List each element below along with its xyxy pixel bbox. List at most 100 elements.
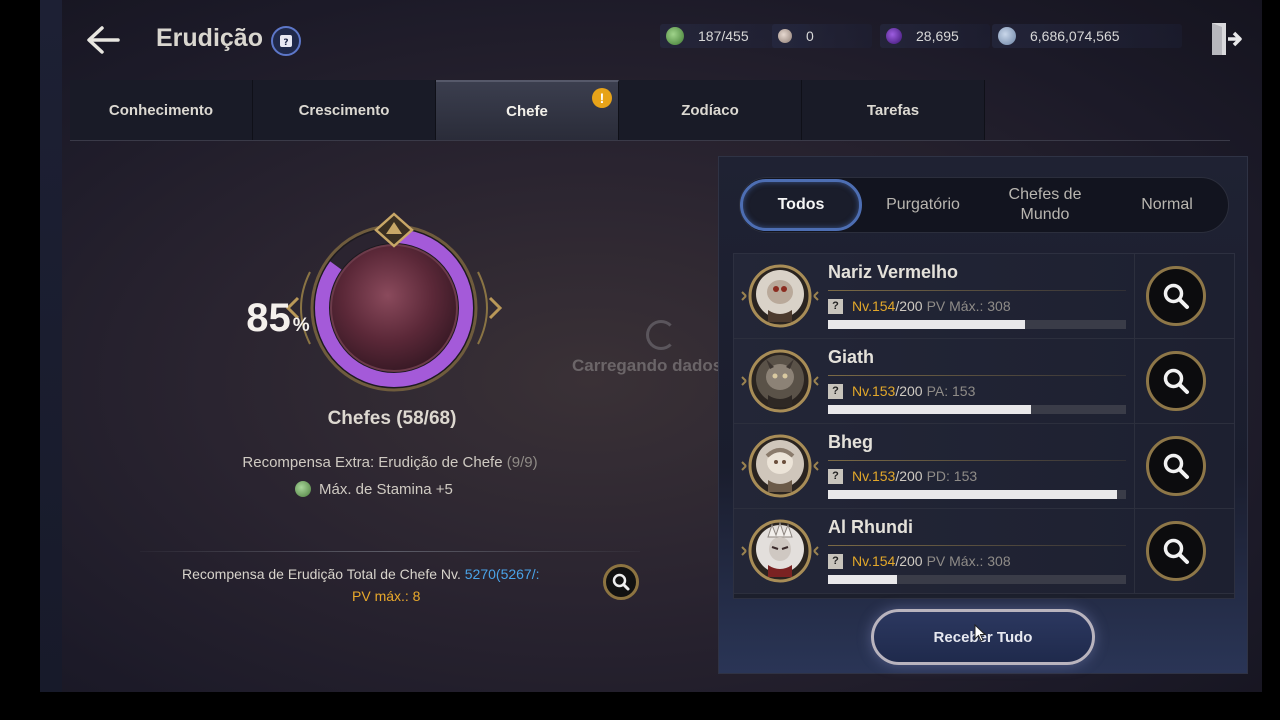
stat-text: Máx. de Stamina +5 [319, 480, 453, 498]
divider [1134, 509, 1135, 594]
tab-bar: Conhecimento Crescimento Chefe ! Zodíaco… [70, 80, 985, 140]
level-prefix: Nv. [852, 553, 872, 569]
filter-todos[interactable]: Todos [740, 179, 862, 231]
question-icon: ? [828, 553, 843, 569]
boss-stat-value: PD: 153 [926, 468, 978, 484]
total-reward-stat: PV máx.: 8 [352, 588, 421, 604]
divider [1134, 339, 1135, 424]
tab-tarefas[interactable]: Tarefas [802, 80, 985, 140]
boss-row[interactable]: Al Rhundi ? Nv. 154 /200 PV Máx.: 308 [734, 509, 1234, 594]
boss-progress-fill [828, 575, 897, 584]
currency-value: 6,686,074,565 [1030, 28, 1120, 44]
boss-name: Giath [828, 347, 875, 367]
level-current: 153 [871, 468, 896, 484]
tab-crescimento[interactable]: Crescimento [253, 80, 436, 140]
divider [828, 545, 1126, 546]
level-current: 154 [871, 298, 896, 314]
filter-label: Normal [1141, 196, 1193, 213]
divider [828, 375, 1126, 376]
filter-label: Todos [777, 196, 825, 213]
tabs-divider [70, 140, 1230, 141]
question-icon: ? [828, 468, 843, 484]
boss-portrait [740, 264, 820, 328]
boss-progress-fill [828, 490, 1118, 499]
svg-text:?: ? [283, 38, 288, 48]
currency-purple-gem: 28,695 [880, 24, 990, 48]
purple-gem-icon [886, 28, 902, 44]
stamina-icon [295, 481, 311, 497]
tab-chefe[interactable]: Chefe ! [436, 80, 619, 140]
level-prefix: Nv. [852, 298, 872, 314]
bosses-count: Chefes (58/68) [327, 408, 457, 429]
tab-label: Crescimento [298, 101, 390, 119]
stamina-icon [666, 27, 684, 45]
question-icon: ? [828, 298, 843, 314]
boss-row[interactable]: Bheg ? Nv. 153 /200 PD: 153 [734, 424, 1234, 509]
level-prefix: Nv. [852, 383, 872, 399]
boss-stats: ? Nv. 154 /200 PV Máx.: 308 [828, 551, 1011, 571]
boss-stats: ? Nv. 154 /200 PV Máx.: 308 [828, 296, 1011, 316]
boss-stat-value: PV Máx.: 308 [926, 298, 1011, 314]
boss-progress-bar [828, 320, 1126, 329]
search-icon[interactable] [603, 564, 639, 600]
filter-label: Chefes de Mundo [1008, 186, 1082, 223]
silver-coin-icon [998, 27, 1016, 45]
extra-reward: Recompensa Extra: Erudição de Chefe (9/9… [140, 454, 640, 471]
boss-list-panel: Todos Purgatório Chefes de Mundo Normal [718, 156, 1248, 674]
boss-progress-bar [828, 575, 1126, 584]
boss-stats: ? Nv. 153 /200 PD: 153 [828, 466, 977, 486]
boss-portrait [740, 434, 820, 498]
extra-reward-label: Recompensa Extra: Erudição de Chefe [242, 454, 503, 471]
filter-chefes-de-mundo[interactable]: Chefes de Mundo [984, 179, 1106, 231]
boss-row[interactable]: Giath ? Nv. 153 /200 PA: 153 [734, 339, 1234, 424]
currency-value: 187/455 [698, 28, 749, 44]
tab-label: Conhecimento [108, 101, 214, 119]
currency-value: 28,695 [916, 28, 959, 44]
boss-list[interactable]: Nariz Vermelho ? Nv. 154 /200 PV Máx.: 3… [733, 253, 1235, 599]
search-icon[interactable] [1146, 436, 1206, 496]
currency-orb: 0 [772, 24, 872, 48]
search-icon[interactable] [1146, 266, 1206, 326]
filter-label: Purgatório [886, 196, 960, 213]
boss-progress-bar [828, 405, 1126, 414]
loading-spinner-icon [646, 320, 676, 350]
boss-row[interactable]: Nariz Vermelho ? Nv. 154 /200 PV Máx.: 3… [734, 254, 1234, 339]
tab-conhecimento[interactable]: Conhecimento [70, 80, 253, 140]
boss-progress-fill [828, 405, 1031, 414]
tab-label: Tarefas [866, 101, 920, 119]
alert-icon: ! [592, 88, 612, 108]
book-icon[interactable]: ? [271, 26, 301, 56]
boss-name: Al Rhundi [828, 517, 913, 537]
total-reward: Recompensa de Erudição Total de Chefe Nv… [182, 566, 602, 582]
divider [1134, 424, 1135, 509]
level-max: /200 [895, 468, 923, 484]
divider [140, 551, 640, 552]
total-reward-label: Recompensa de Erudição Total de Chefe Nv… [182, 566, 461, 582]
extra-reward-count: (9/9) [506, 454, 538, 471]
currency-value: 0 [806, 28, 814, 44]
level-max: /200 [895, 553, 923, 569]
exit-icon[interactable] [1208, 20, 1244, 58]
search-icon[interactable] [1146, 521, 1206, 581]
boss-progress-bar [828, 490, 1126, 499]
boss-name: Bheg [828, 432, 873, 452]
divider [828, 290, 1126, 291]
divider [828, 460, 1126, 461]
level-prefix: Nv. [852, 468, 872, 484]
mouse-cursor-icon [974, 623, 987, 642]
tab-zodiaco[interactable]: Zodíaco [619, 80, 802, 140]
level-max: /200 [895, 383, 923, 399]
back-arrow-icon[interactable] [82, 22, 122, 58]
boss-name: Nariz Vermelho [828, 262, 959, 282]
level-current: 154 [871, 553, 896, 569]
level-current: 153 [871, 383, 896, 399]
boss-stat-value: PA: 153 [926, 383, 976, 399]
tab-label: Zodíaco [681, 101, 739, 119]
search-icon[interactable] [1146, 351, 1206, 411]
filter-bar: Todos Purgatório Chefes de Mundo Normal [739, 177, 1229, 233]
boss-stat-value: PV Máx.: 308 [926, 553, 1011, 569]
filter-normal[interactable]: Normal [1106, 179, 1228, 231]
tab-label: Chefe [506, 102, 548, 120]
currency-silver: 6,686,074,565 [992, 24, 1182, 48]
filter-purgatorio[interactable]: Purgatório [862, 179, 984, 231]
